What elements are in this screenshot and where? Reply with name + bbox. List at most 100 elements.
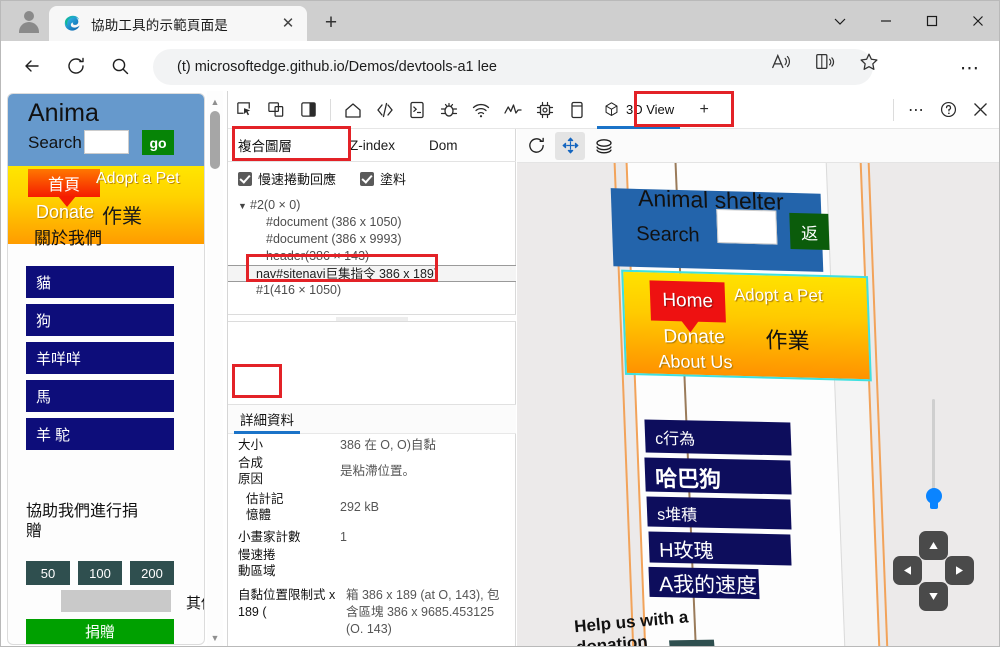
layer-slab-header[interactable]: Animal shelter Search 返 — [611, 188, 824, 272]
address-bar[interactable]: (t) microsoftedge.github.io/Demos/devtoo… — [153, 49, 873, 85]
rotate-left-button[interactable] — [893, 556, 922, 585]
memory-chip-icon[interactable] — [529, 95, 561, 125]
scroll-up-arrow-icon[interactable]: ▲ — [207, 93, 223, 110]
subtab-composited-layers[interactable]: 複合圖層 — [228, 129, 302, 162]
tree-row[interactable]: ▼#2(0 × 0) — [228, 197, 516, 214]
read-aloud-icon[interactable] — [769, 50, 793, 74]
page-nav-adopt[interactable]: Adopt a Pet — [96, 170, 180, 188]
back-button[interactable] — [15, 49, 49, 83]
page-nav-zuoye[interactable]: 作業 — [102, 200, 142, 229]
tree-row[interactable]: #document (386 x 1050) — [228, 214, 516, 231]
viewport-list-item[interactable]: H玫瑰 — [648, 531, 791, 565]
console-icon[interactable] — [401, 95, 433, 125]
favorite-star-icon[interactable] — [857, 50, 881, 74]
devtools-left-column: 複合圖層 Z-index Dom 慢速捲動回應 塗料 ▼#2(0 × 0) #d — [228, 129, 516, 647]
tree-row-selected[interactable]: nav#sitenavi巨集指令 386 x 189) — [228, 265, 516, 282]
add-tool-button[interactable]: + — [688, 95, 720, 125]
reload-button[interactable] — [59, 49, 93, 83]
tab-close-icon[interactable]: ✕ — [277, 13, 299, 35]
viewport-nav-zuoye[interactable]: 作業 — [765, 322, 810, 355]
viewport-3d-canvas[interactable]: Animal shelter Search 返 Home Adopt a Pet… — [517, 163, 1000, 647]
expand-caret-icon[interactable]: ▼ — [238, 198, 250, 215]
viewport-nav-adopt[interactable]: Adopt a Pet — [733, 285, 823, 306]
subtab-z-index[interactable]: Z-index — [340, 129, 405, 162]
page-nav-donate[interactable]: Donate — [36, 202, 94, 223]
minimize-button[interactable] — [863, 1, 909, 41]
page-donation-heading: 協助我們進行捐贈 — [26, 502, 146, 542]
page-scrollbar[interactable]: ▲ ▼ — [207, 91, 223, 647]
checkbox-paint[interactable]: 塗料 — [360, 169, 406, 188]
viewport-list-item[interactable]: A我的速度 — [648, 567, 759, 599]
inspect-element-icon[interactable] — [228, 95, 260, 125]
search-icon[interactable] — [103, 49, 137, 83]
page-search-go-button[interactable]: go — [142, 130, 174, 155]
subtab-dom[interactable]: Dom — [419, 129, 468, 162]
property-value: 是粘滯位置。 — [340, 455, 516, 487]
viewport-nav-donate[interactable]: Donate — [663, 326, 725, 349]
elements-code-icon[interactable] — [369, 95, 401, 125]
page-nav-home[interactable]: 首頁 — [28, 169, 100, 197]
reset-view-icon[interactable] — [521, 132, 551, 160]
viewport-header-search-input[interactable] — [716, 209, 777, 245]
viewport-nav-about[interactable]: About Us — [658, 351, 733, 373]
devtools-help-button[interactable] — [932, 95, 964, 125]
tree-row[interactable]: #1(416 × 1050) — [228, 282, 516, 299]
application-storage-icon[interactable] — [561, 95, 593, 125]
checkbox-slow-scroll[interactable]: 慢速捲動回應 — [238, 169, 336, 188]
panel-splitter[interactable] — [228, 314, 516, 322]
tree-row[interactable]: #119(30 × 1050) — [228, 299, 516, 301]
viewport-header-go-button[interactable]: 返 — [789, 213, 829, 250]
amount-button[interactable]: 100 — [78, 561, 122, 585]
edge-logo-icon — [63, 14, 82, 33]
viewport-nav-home[interactable]: Home — [650, 280, 726, 322]
list-item[interactable]: 馬 — [26, 380, 174, 412]
viewport-list-item[interactable]: 哈巴狗 — [644, 457, 791, 494]
rotate-down-button[interactable] — [919, 582, 948, 611]
page-search-input[interactable] — [84, 130, 129, 154]
welcome-home-icon[interactable] — [337, 95, 369, 125]
maximize-button[interactable] — [909, 1, 955, 41]
tree-row[interactable]: header(386 × 143) — [228, 248, 516, 265]
page-nav-about[interactable]: 關於我們 — [34, 224, 102, 249]
tree-row[interactable]: #document (386 x 9993) — [228, 231, 516, 248]
tab-actions-chevron-icon[interactable] — [817, 1, 863, 41]
device-emulation-icon[interactable] — [260, 95, 292, 125]
depth-slider-track[interactable] — [932, 399, 935, 491]
rotate-up-button[interactable] — [919, 531, 948, 560]
debugger-bug-icon[interactable] — [433, 95, 465, 125]
immersive-reader-icon[interactable] — [813, 50, 837, 74]
amount-button[interactable]: 50 — [26, 561, 70, 585]
viewport-amount-button[interactable]: 200 — [669, 640, 716, 647]
rotate-right-button[interactable] — [945, 556, 974, 585]
layers-stack-icon[interactable] — [589, 132, 619, 160]
browser-menu-button[interactable]: ⋯ — [955, 53, 985, 83]
list-item[interactable]: 羊 駝 — [26, 418, 174, 450]
network-wifi-icon[interactable] — [465, 95, 497, 125]
viewport-list-item[interactable]: s堆積 — [646, 496, 791, 529]
tab-3d-view[interactable]: 3D View — [593, 95, 684, 125]
scrollbar-thumb[interactable] — [210, 111, 220, 169]
devtools-more-button[interactable]: ⋯ — [900, 95, 932, 125]
close-window-button[interactable] — [955, 1, 1000, 41]
layer-slab-sitenavi[interactable]: Home Adopt a Pet Donate 作業 About Us — [621, 270, 872, 382]
browser-window: 協助工具的示範頁面是 ✕ + — [0, 0, 1000, 647]
new-tab-button[interactable]: + — [317, 9, 345, 37]
profile-button[interactable] — [11, 5, 47, 37]
scroll-down-arrow-icon[interactable]: ▼ — [207, 629, 223, 646]
list-item[interactable]: 狗 — [26, 304, 174, 336]
dock-side-icon[interactable] — [292, 95, 324, 125]
list-item[interactable]: 貓 — [26, 266, 174, 298]
tab-details[interactable]: 詳細資料 — [228, 404, 306, 434]
address-bar-actions — [769, 50, 881, 74]
amount-button[interactable]: 200 — [130, 561, 174, 585]
viewport-list-item[interactable]: c行為 — [644, 419, 791, 455]
viewport-header-search-label: Search — [636, 223, 700, 248]
page-donation-amounts: 50 100 200 — [26, 561, 174, 585]
browser-tab[interactable]: 協助工具的示範頁面是 ✕ — [49, 6, 307, 41]
page-donation-amount-input[interactable] — [61, 590, 171, 612]
devtools-close-button[interactable] — [964, 95, 996, 125]
list-item[interactable]: 羊咩咩 — [26, 342, 174, 374]
performance-icon[interactable] — [497, 95, 529, 125]
page-donate-button[interactable]: 捐贈 — [26, 619, 174, 644]
pan-move-icon[interactable] — [555, 132, 585, 160]
